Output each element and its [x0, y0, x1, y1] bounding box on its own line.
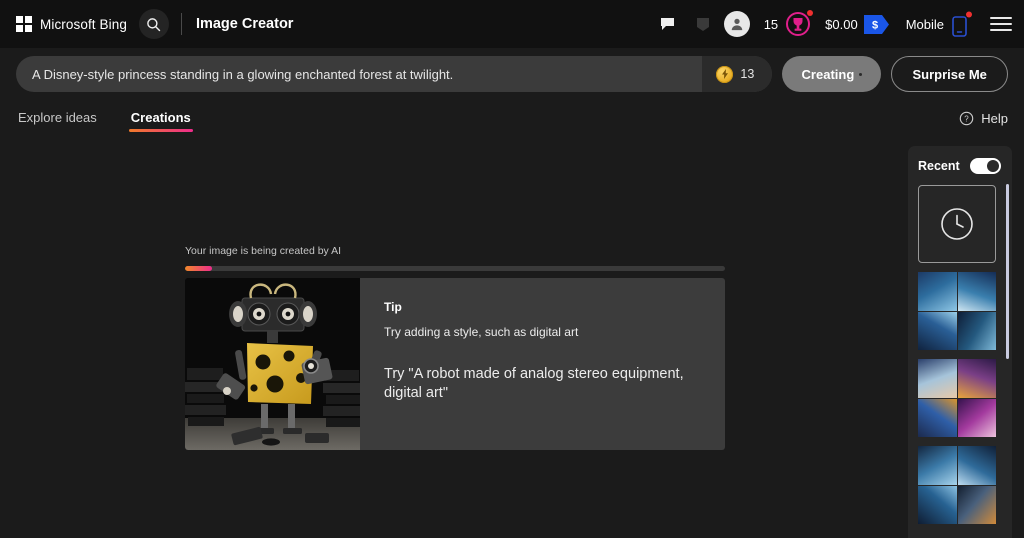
header-divider [180, 13, 182, 35]
rewards-trophy-icon[interactable] [785, 10, 814, 37]
tip-subtitle: Try adding a style, such as digital art [384, 325, 579, 339]
progress-fill [185, 266, 212, 271]
tab-explore-ideas[interactable]: Explore ideas [16, 110, 99, 132]
sidebar-scrollbar[interactable] [1006, 184, 1009, 359]
thumb-cell [918, 446, 957, 485]
rewards-points-count: 15 [763, 16, 779, 32]
progress-bar [185, 266, 725, 271]
boost-coin-icon [716, 65, 734, 83]
tip-image [185, 278, 360, 450]
brand-label: Microsoft Bing [40, 16, 127, 32]
tip-card: Tip Try adding a style, such as digital … [185, 278, 725, 450]
rewards-money-value: $0.00 [825, 16, 858, 32]
dollar-tag-icon[interactable]: $ [863, 14, 890, 34]
recent-sidebar: Recent [908, 146, 1012, 538]
thumb-cell [957, 311, 996, 350]
list-item[interactable] [918, 272, 996, 350]
create-button[interactable]: Creating [782, 56, 882, 92]
thumb-cell [957, 446, 996, 485]
page-title: Image Creator [195, 16, 294, 32]
thumb-cell [918, 311, 957, 350]
shopping-bag-icon[interactable] [686, 7, 720, 41]
help-link[interactable]: ? Help [959, 110, 1008, 126]
tab-creations[interactable]: Creations [128, 110, 193, 132]
thumb-cell [918, 485, 957, 524]
prompt-input[interactable]: A Disney-style princess standing in a gl… [16, 67, 453, 82]
mobile-label: Mobile [905, 16, 944, 32]
creations-stage: Your image is being created by AI Tip Tr… [0, 150, 900, 538]
prompt-input-wrapper[interactable]: A Disney-style princess standing in a gl… [16, 56, 773, 92]
help-label: Help [981, 111, 1008, 126]
loading-dot-icon [859, 72, 863, 76]
tip-example: Try "A robot made of analog stereo equip… [384, 366, 684, 401]
mobile-phone-icon[interactable] [950, 10, 974, 38]
image-creator-page: Microsoft Bing Image Creator 15 $0.00 $ … [0, 0, 1024, 538]
chat-icon[interactable] [652, 7, 686, 41]
header-actions: 15 $0.00 $ Mobile [652, 0, 1024, 48]
surprise-me-button[interactable]: Surprise Me [891, 56, 1008, 92]
notification-dot [807, 10, 814, 16]
clock-icon [941, 208, 973, 240]
list-item[interactable] [918, 446, 996, 524]
robot-illustration-icon [185, 278, 360, 450]
thumb-cell [957, 272, 996, 311]
recent-title: Recent [918, 159, 960, 173]
thumb-cell [957, 485, 996, 524]
boost-count: 13 [740, 67, 755, 81]
search-icon[interactable] [138, 9, 169, 39]
recent-header: Recent [918, 158, 1004, 174]
recent-toggle[interactable] [970, 158, 1001, 174]
person-icon [723, 11, 750, 37]
list-item[interactable] [918, 359, 996, 437]
svg-text:?: ? [965, 115, 970, 124]
svg-text:$: $ [872, 19, 878, 31]
thumb-cell [918, 398, 957, 437]
recent-placeholder-tile[interactable] [918, 185, 996, 263]
microsoft-logo-icon [16, 16, 32, 32]
thumb-cell [957, 398, 996, 437]
tabs-bar: Explore ideas Creations ? Help [0, 110, 1024, 142]
top-header: Microsoft Bing Image Creator 15 $0.00 $ … [0, 0, 1024, 48]
tip-title: Tip [384, 300, 402, 314]
generation-status: Your image is being created by AI [185, 245, 725, 271]
bing-brand[interactable]: Microsoft Bing [16, 16, 127, 32]
thumb-cell [918, 359, 957, 398]
boost-credits[interactable]: 13 [702, 56, 773, 92]
avatar[interactable] [720, 7, 754, 41]
hamburger-menu-icon[interactable] [990, 17, 1012, 31]
tip-content: Tip Try adding a style, such as digital … [360, 278, 725, 450]
prompt-bar: A Disney-style princess standing in a gl… [16, 56, 1008, 92]
create-button-label: Creating [801, 66, 855, 82]
thumb-cell [918, 272, 957, 311]
thumb-cell [957, 359, 996, 398]
help-question-icon: ? [960, 111, 974, 126]
status-text: Your image is being created by AI [185, 245, 342, 257]
